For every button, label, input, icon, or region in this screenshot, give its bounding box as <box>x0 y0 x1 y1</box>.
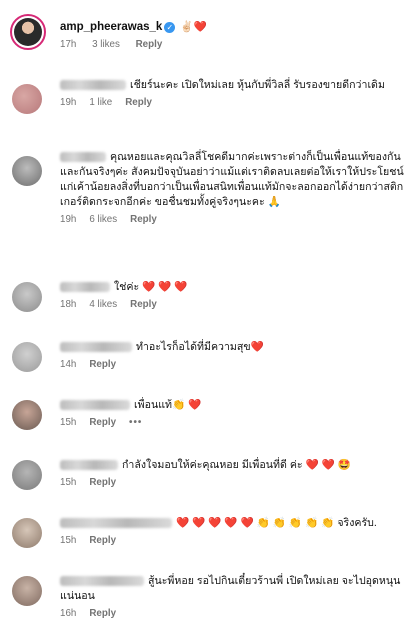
username-blurred[interactable] <box>60 460 118 471</box>
verified-badge-icon: ✓ <box>164 21 176 33</box>
comment-text: เพื่อนแท้👏 ❤️ <box>134 399 202 411</box>
username-blurred[interactable] <box>60 80 126 91</box>
reply-button[interactable]: Reply <box>89 608 116 619</box>
avatar[interactable] <box>12 518 42 548</box>
reply-button[interactable]: Reply <box>89 535 116 546</box>
username-blurred[interactable] <box>60 518 172 529</box>
like-count[interactable]: 4 likes <box>89 299 117 310</box>
comment-text: คุณหอยและคุณวิลลี่โชคดีมากค่ะเพราะต่างก็… <box>60 151 404 208</box>
reply-button[interactable]: Reply <box>89 477 116 488</box>
username-blurred[interactable] <box>60 342 132 353</box>
reply-button[interactable]: Reply <box>130 299 157 310</box>
username-blurred[interactable] <box>60 282 110 293</box>
comment-text: ❤️ ❤️ ❤️ ❤️ ❤️ 👏 👏 👏 👏 👏 จริงครับ. <box>176 517 377 529</box>
comment-top: amp_pheerawas_k ✓ ✌🏻❤️ 17h 3 likes Reply <box>0 0 419 64</box>
reply-button[interactable]: Reply <box>125 97 152 108</box>
timestamp: 17h <box>60 39 77 50</box>
timestamp: 15h <box>60 477 77 488</box>
avatar[interactable] <box>12 400 42 430</box>
comment-text: เชียร์นะคะ เปิดใหม่เลย หุ้นกับพี่วิลลี่ … <box>130 79 385 91</box>
username-blurred[interactable] <box>60 576 144 587</box>
reply-button[interactable]: Reply <box>89 359 116 370</box>
like-count[interactable]: 1 like <box>89 97 112 108</box>
comment-emoji: ✌🏻❤️ <box>180 21 207 33</box>
like-count[interactable]: 3 likes <box>92 39 120 50</box>
timestamp: 19h <box>60 97 77 108</box>
timestamp: 15h <box>60 535 77 546</box>
reply-button[interactable]: Reply <box>130 214 157 225</box>
username[interactable]: amp_pheerawas_k <box>60 21 162 33</box>
avatar[interactable] <box>12 84 42 114</box>
comment-text: ใช่ค่ะ ❤️ ❤️ ❤️ <box>114 281 188 293</box>
more-options-icon[interactable]: ••• <box>129 417 142 428</box>
timestamp: 15h <box>60 417 77 428</box>
username-blurred[interactable] <box>60 152 106 163</box>
avatar[interactable] <box>12 576 42 606</box>
username-blurred[interactable] <box>60 400 130 411</box>
timestamp: 19h <box>60 214 77 225</box>
comment-meta: 17h 3 likes Reply <box>60 39 405 53</box>
timestamp: 18h <box>60 299 77 310</box>
comment-text: กำลังใจมอบให้ค่ะคุณหอย มีเพื่อนที่ดี ค่ะ… <box>122 459 351 471</box>
reply-button[interactable]: Reply <box>136 39 163 50</box>
like-count[interactable]: 6 likes <box>89 214 117 225</box>
avatar[interactable] <box>12 156 42 186</box>
avatar[interactable] <box>10 14 46 50</box>
avatar[interactable] <box>12 342 42 372</box>
comment-text: ทำอะไรก็อได้ที่มีความสุข❤️ <box>136 341 264 353</box>
avatar[interactable] <box>12 282 42 312</box>
reply-button[interactable]: Reply <box>89 417 116 428</box>
timestamp: 16h <box>60 608 77 619</box>
avatar[interactable] <box>12 460 42 490</box>
timestamp: 14h <box>60 359 77 370</box>
